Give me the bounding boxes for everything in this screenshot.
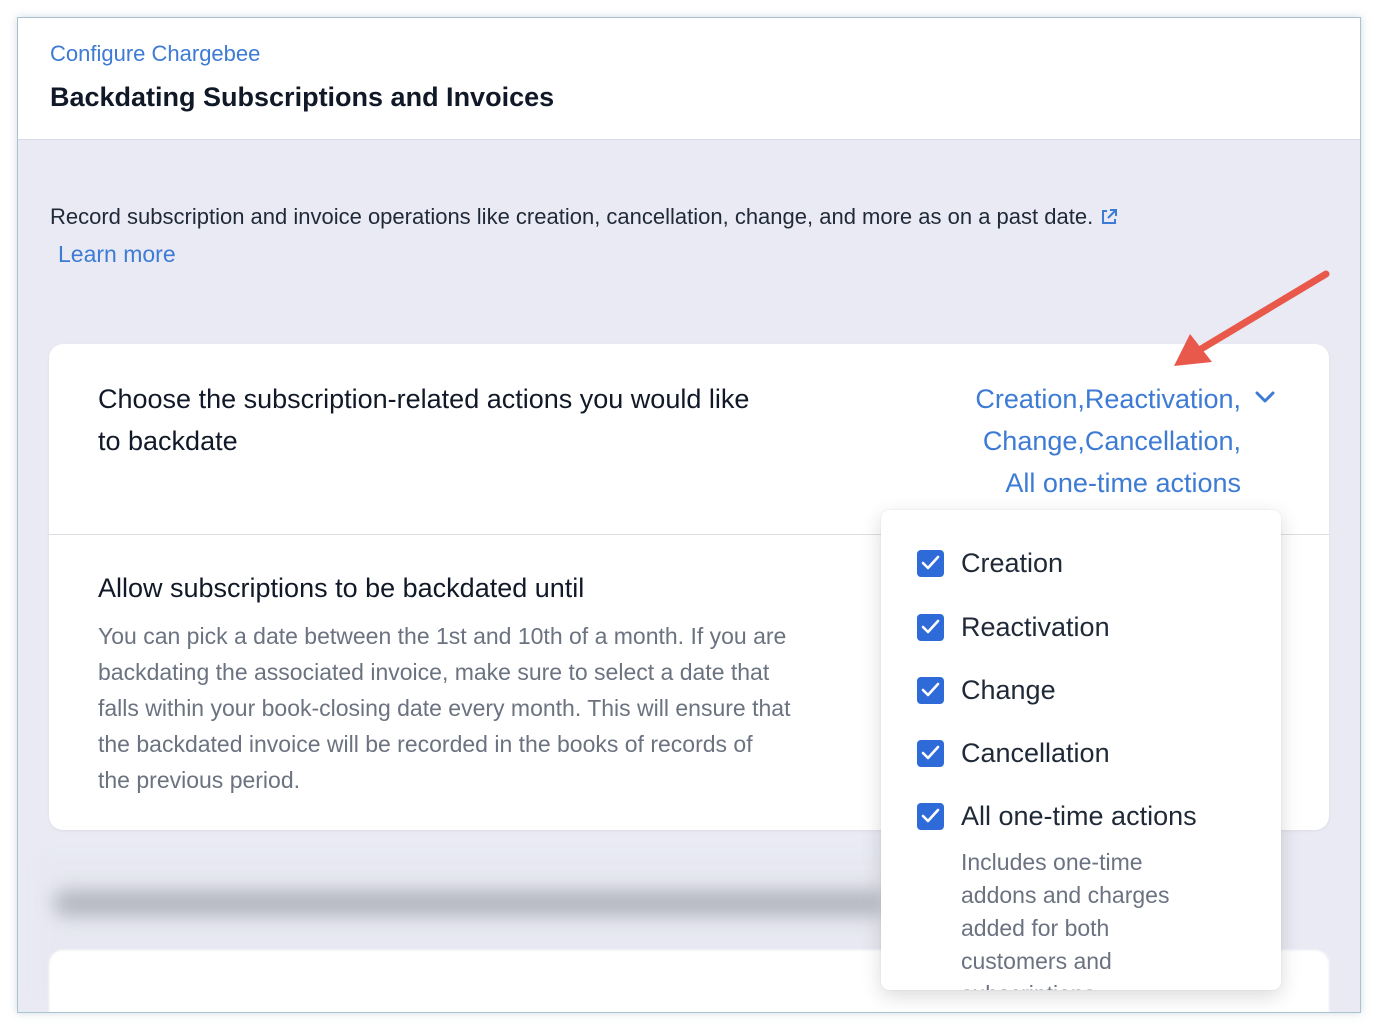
checkbox-checked-icon[interactable]: [917, 740, 944, 767]
checkbox-checked-icon[interactable]: [917, 550, 944, 577]
checkbox-checked-icon[interactable]: [917, 677, 944, 704]
annotation-arrow-icon: [1174, 270, 1330, 366]
backdate-until-help: You can pick a date between the 1st and …: [98, 618, 888, 798]
subscription-actions-label-line: Choose the subscription-related actions …: [98, 384, 750, 414]
selected-actions-line: All one-time actions: [1005, 468, 1241, 498]
checkbox-checked-icon[interactable]: [917, 803, 944, 830]
option-label: Cancellation: [961, 738, 1110, 768]
help-line: added for both: [961, 915, 1110, 941]
help-line: customers and: [961, 948, 1112, 974]
actions-dropdown-menu: Creation Reactivation Change Cancellatio…: [881, 510, 1281, 990]
checkbox-checked-icon[interactable]: [917, 614, 944, 641]
option-label: Reactivation: [961, 612, 1110, 642]
selected-actions-line: Creation,Reactivation,: [975, 384, 1241, 414]
page-description: Record subscription and invoice operatio…: [50, 202, 1310, 235]
subscription-actions-label: Choose the subscription-related actions …: [98, 378, 838, 462]
subscription-actions-label-line: to backdate: [98, 426, 238, 456]
one-time-actions-help: Includes one-time addons and charges add…: [961, 846, 1221, 990]
page-title: Backdating Subscriptions and Invoices: [50, 82, 555, 112]
option-label: Creation: [961, 548, 1064, 578]
help-line: falls within your book-closing date ever…: [98, 695, 791, 721]
breadcrumb-configure-chargebee[interactable]: Configure Chargebee: [50, 41, 260, 67]
selected-actions-line: Change,Cancellation,: [982, 426, 1241, 456]
option-label: All one-time actions: [961, 801, 1197, 831]
learn-more-link[interactable]: Learn more: [58, 241, 176, 268]
chevron-down-icon[interactable]: [1253, 388, 1277, 413]
help-line: subscriptions: [961, 978, 1221, 990]
subscription-actions-select[interactable]: Creation,Reactivation, Change,Cancellati…: [911, 378, 1241, 504]
help-line: You can pick a date between the 1st and …: [98, 623, 787, 649]
description-text: Record subscription and invoice operatio…: [50, 204, 1094, 229]
blurred-text: [54, 890, 884, 916]
backdate-until-title: Allow subscriptions to be backdated unti…: [98, 573, 585, 603]
settings-window: Configure Chargebee Backdating Subscript…: [17, 17, 1361, 1013]
help-line: Includes one-time: [961, 849, 1143, 875]
option-label: Change: [961, 675, 1056, 705]
help-line: addons and charges: [961, 882, 1170, 908]
help-line: the previous period.: [98, 767, 301, 793]
page-header: Configure Chargebee Backdating Subscript…: [18, 18, 1360, 140]
external-link-icon[interactable]: [1099, 205, 1119, 235]
help-line: the backdated invoice will be recorded i…: [98, 731, 753, 757]
help-line: backdating the associated invoice, make …: [98, 659, 770, 685]
